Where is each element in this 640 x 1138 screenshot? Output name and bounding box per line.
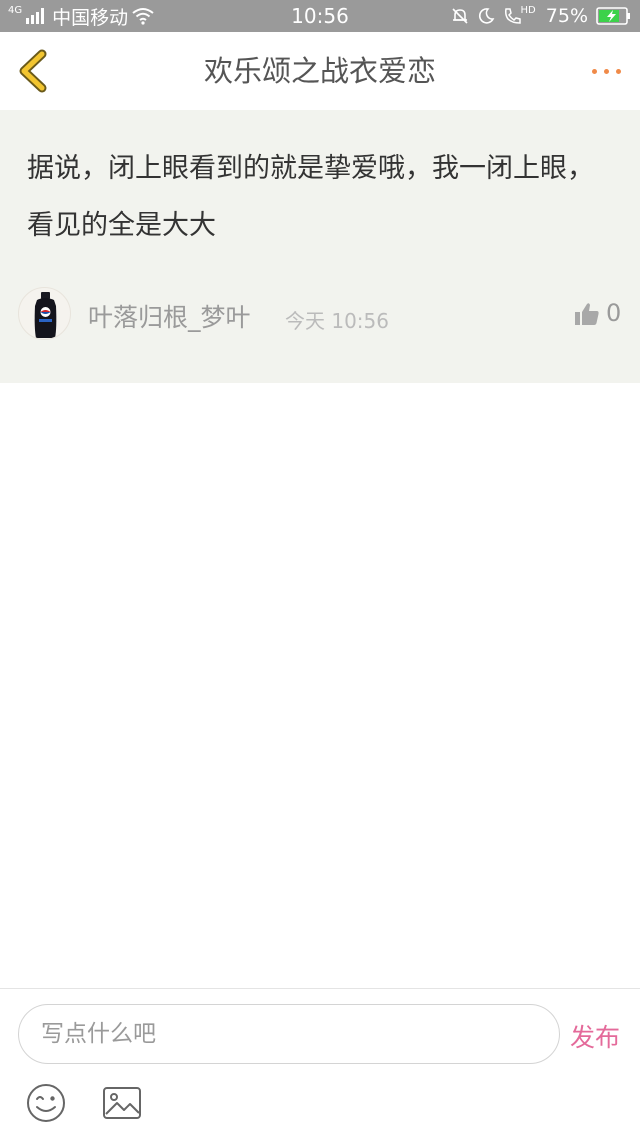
image-icon[interactable] [102,1086,142,1120]
back-button[interactable] [12,48,56,94]
battery-percent: 75% [545,5,588,27]
back-arrow-icon [19,49,47,93]
avatar-bottle-icon [34,292,57,338]
mute-bell-icon [451,8,468,24]
more-dot-icon [603,68,609,74]
status-bar: 4G 中国移动 10:56 HD 75% [0,0,640,32]
hd-call-group: HD [503,4,538,25]
page-title: 欢乐颂之战衣爱恋 [203,54,436,88]
battery-charging-icon [596,7,630,25]
more-options-button[interactable] [586,54,626,88]
author-name[interactable]: 叶落归根_梦叶 [88,298,251,334]
comment-composer: 发布 [0,988,640,1138]
comment-input[interactable] [41,1005,541,1062]
send-button[interactable]: 发布 [570,1018,620,1054]
more-dot-icon [591,68,597,74]
more-dot-icon [615,68,621,74]
hd-label: HD [520,4,536,16]
post-timestamp: 今天 10:56 [285,309,389,333]
status-right: HD 75% [451,0,632,32]
comment-input-container[interactable] [18,1004,560,1064]
post-text: 据说，闭上眼看到的就是挚爱哦，我一闭上眼，看见的全是大大 [27,153,594,241]
moon-icon [478,8,494,24]
like-count: 0 [606,299,622,327]
post-card: 据说，闭上眼看到的就是挚爱哦，我一闭上眼，看见的全是大大 叶落归根_梦叶 今天 … [0,110,640,383]
thumbs-up-icon[interactable] [574,301,600,327]
avatar[interactable] [18,287,71,340]
phone-icon [504,8,521,24]
emoji-icon[interactable] [26,1083,66,1123]
nav-bar: 欢乐颂之战衣爱恋 [0,32,640,110]
